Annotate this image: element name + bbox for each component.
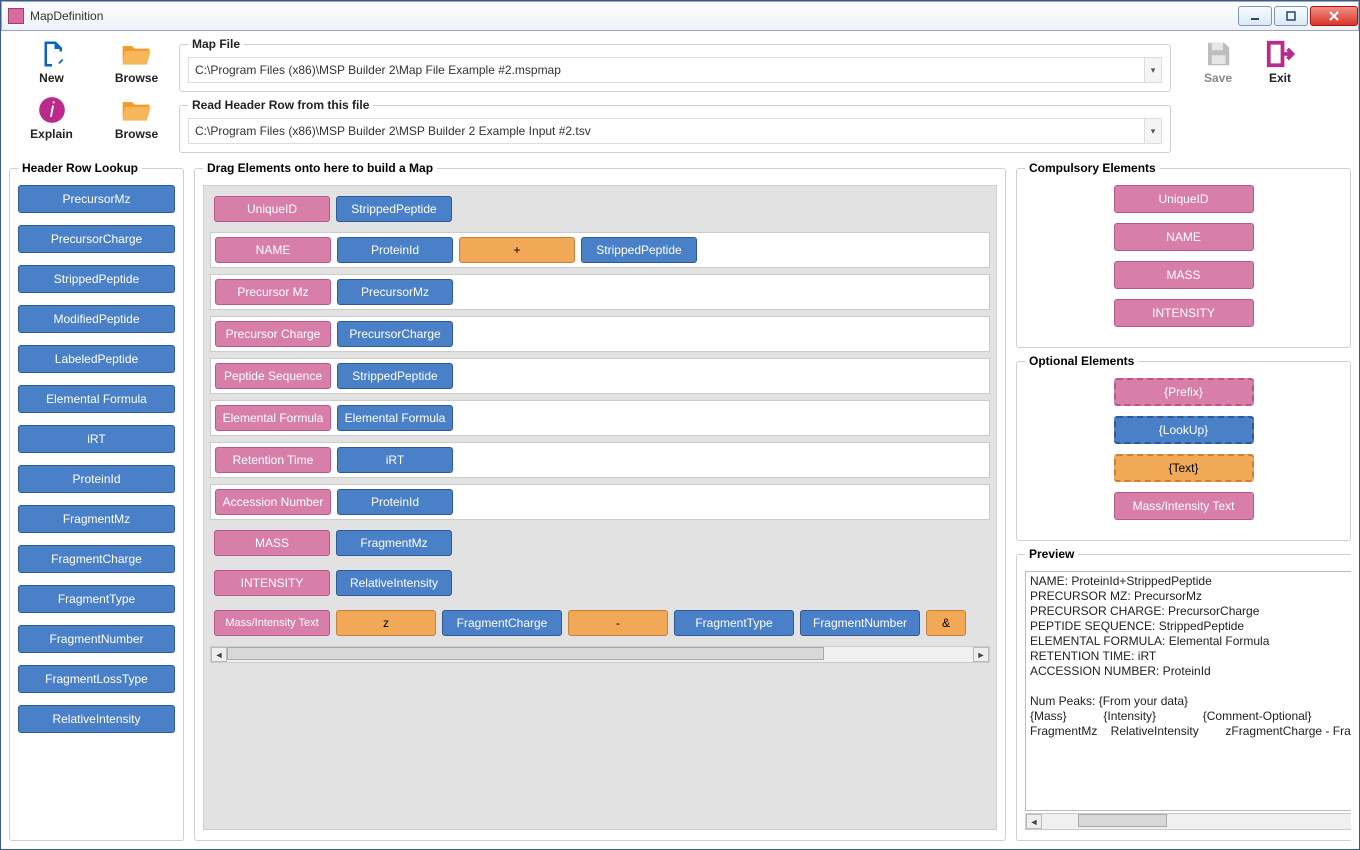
map-row[interactable]: NAMEProteinId+StrippedPeptide (210, 232, 990, 268)
map-cell[interactable]: PrecursorCharge (337, 321, 453, 347)
save-button[interactable]: Save (1201, 39, 1235, 149)
map-row[interactable]: Elemental FormulaElemental Formula (210, 400, 990, 436)
map-cell[interactable]: Precursor Mz (215, 279, 331, 305)
headerfile-group: Read Header Row from this file ▾ (179, 98, 1171, 153)
lookup-item[interactable]: iRT (18, 425, 175, 453)
new-file-icon (35, 39, 69, 69)
browse-header-button[interactable]: Browse (115, 95, 158, 141)
map-cell[interactable]: FragmentType (674, 610, 794, 636)
map-cell[interactable]: iRT (337, 447, 453, 473)
map-row[interactable]: Accession NumberProteinId (210, 484, 990, 520)
map-row[interactable]: Peptide SequenceStrippedPeptide (210, 358, 990, 394)
app-icon (8, 8, 24, 24)
map-row[interactable]: INTENSITYRelativeIntensity (210, 566, 990, 600)
lookup-item[interactable]: FragmentNumber (18, 625, 175, 653)
lookup-item[interactable]: ModifiedPeptide (18, 305, 175, 333)
map-cell[interactable]: & (926, 610, 966, 636)
preview-text: NAME: ProteinId+StrippedPeptide PRECURSO… (1025, 571, 1351, 811)
map-cell[interactable]: + (459, 237, 575, 263)
mapfile-input[interactable] (188, 57, 1144, 83)
browse-mapfile-button[interactable]: Browse (115, 39, 158, 85)
map-row-mass-intensity[interactable]: Mass/Intensity TextzFragmentCharge-Fragm… (210, 606, 990, 640)
lookup-item[interactable]: RelativeIntensity (18, 705, 175, 733)
map-cell[interactable]: Elemental Formula (215, 405, 331, 431)
lookup-item[interactable]: FragmentCharge (18, 545, 175, 573)
folder-open-icon (119, 39, 153, 69)
map-cell[interactable]: ProteinId (337, 489, 453, 515)
preview-horizontal-scrollbar[interactable]: ◄► (1025, 813, 1351, 830)
title-bar: MapDefinition (1, 1, 1359, 31)
header-lookup-panel: Header Row Lookup PrecursorMzPrecursorCh… (9, 161, 184, 841)
new-button[interactable]: New (35, 39, 69, 85)
lookup-item[interactable]: PrecursorMz (18, 185, 175, 213)
maximize-button[interactable] (1274, 6, 1308, 26)
optional-panel: Optional Elements {Prefix}{LookUp}{Text}… (1016, 354, 1351, 541)
map-row[interactable]: Precursor ChargePrecursorCharge (210, 316, 990, 352)
map-cell[interactable]: INTENSITY (214, 570, 330, 596)
map-cell[interactable]: UniqueID (214, 196, 330, 222)
lookup-item[interactable]: LabeledPeptide (18, 345, 175, 373)
map-cell[interactable]: StrippedPeptide (581, 237, 697, 263)
lookup-item[interactable]: PrecursorCharge (18, 225, 175, 253)
info-icon: i (35, 95, 69, 125)
map-row[interactable]: Precursor MzPrecursorMz (210, 274, 990, 310)
mapfile-group: Map File ▾ (179, 37, 1171, 92)
headerfile-dropdown[interactable]: ▾ (1144, 118, 1162, 144)
map-cell[interactable]: PrecursorMz (337, 279, 453, 305)
map-cell[interactable]: FragmentCharge (442, 610, 562, 636)
mapfile-dropdown[interactable]: ▾ (1144, 57, 1162, 83)
map-row[interactable]: UniqueIDStrippedPeptide (210, 192, 990, 226)
lookup-item[interactable]: ProteinId (18, 465, 175, 493)
map-cell[interactable]: Retention Time (215, 447, 331, 473)
explain-button[interactable]: i Explain (30, 95, 73, 141)
map-cell[interactable]: StrippedPeptide (337, 363, 453, 389)
map-row[interactable]: Retention TimeiRT (210, 442, 990, 478)
minimize-button[interactable] (1238, 6, 1272, 26)
headerfile-input[interactable] (188, 118, 1144, 144)
preview-panel: Preview NAME: ProteinId+StrippedPeptide … (1016, 547, 1351, 841)
save-icon (1201, 39, 1235, 69)
lookup-item[interactable]: FragmentType (18, 585, 175, 613)
map-row[interactable]: MASSFragmentMz (210, 526, 990, 560)
map-builder-panel: Drag Elements onto here to build a Map U… (194, 161, 1006, 841)
compulsory-element[interactable]: INTENSITY (1114, 299, 1254, 327)
map-cell[interactable]: MASS (214, 530, 330, 556)
lookup-item[interactable]: FragmentMz (18, 505, 175, 533)
compulsory-element[interactable]: MASS (1114, 261, 1254, 289)
exit-icon (1263, 39, 1297, 69)
optional-element[interactable]: {Prefix} (1114, 378, 1254, 406)
map-cell[interactable]: - (568, 610, 668, 636)
lookup-item[interactable]: FragmentLossType (18, 665, 175, 693)
compulsory-element[interactable]: NAME (1114, 223, 1254, 251)
lookup-item[interactable]: StrippedPeptide (18, 265, 175, 293)
map-cell[interactable]: ProteinId (337, 237, 453, 263)
compulsory-element[interactable]: UniqueID (1114, 185, 1254, 213)
close-button[interactable] (1310, 6, 1358, 26)
map-cell[interactable]: NAME (215, 237, 331, 263)
map-cell[interactable]: FragmentMz (336, 530, 452, 556)
map-cell[interactable]: Elemental Formula (337, 405, 453, 431)
window-title: MapDefinition (30, 9, 103, 23)
map-cell[interactable]: Precursor Charge (215, 321, 331, 347)
exit-button[interactable]: Exit (1263, 39, 1297, 149)
optional-element[interactable]: Mass/Intensity Text (1114, 492, 1254, 520)
map-cell[interactable]: z (336, 610, 436, 636)
row-horizontal-scrollbar[interactable]: ◄► (210, 646, 990, 663)
map-cell[interactable]: Accession Number (215, 489, 331, 515)
map-cell[interactable]: Mass/Intensity Text (214, 610, 330, 636)
map-cell[interactable]: FragmentNumber (800, 610, 920, 636)
compulsory-panel: Compulsory Elements UniqueIDNAMEMASSINTE… (1016, 161, 1351, 348)
optional-element[interactable]: {LookUp} (1114, 416, 1254, 444)
map-cell[interactable]: StrippedPeptide (336, 196, 452, 222)
map-cell[interactable]: RelativeIntensity (336, 570, 452, 596)
lookup-item[interactable]: Elemental Formula (18, 385, 175, 413)
optional-element[interactable]: {Text} (1114, 454, 1254, 482)
map-cell[interactable]: Peptide Sequence (215, 363, 331, 389)
folder-open-icon (119, 95, 153, 125)
drag-zone[interactable]: UniqueIDStrippedPeptideNAMEProteinId+Str… (203, 185, 997, 830)
